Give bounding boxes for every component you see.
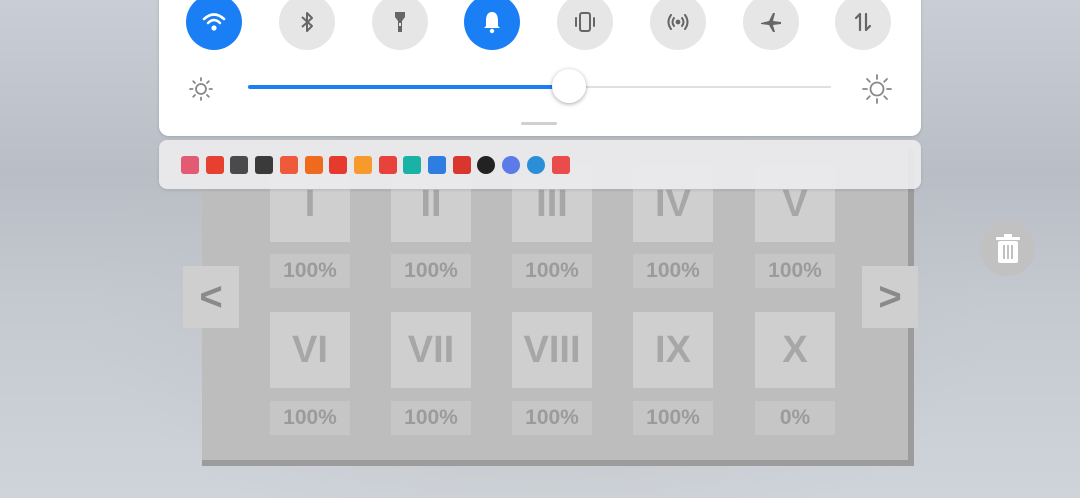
level-progress-text: 100%: [646, 406, 700, 429]
level-progress-8: 100%: [512, 401, 592, 435]
notification-toggle[interactable]: [464, 0, 520, 50]
app-icon-3[interactable]: [230, 156, 248, 174]
level-label: X: [782, 328, 808, 371]
brightness-slider-fill: [248, 85, 569, 89]
chevron-left-icon: <: [199, 274, 223, 319]
level-progress-text: 0%: [779, 406, 811, 429]
level-tile-9[interactable]: IX: [633, 312, 713, 388]
wifi-toggle[interactable]: [186, 0, 242, 50]
level-progress-text: 100%: [525, 406, 579, 429]
app-icon-8[interactable]: [354, 156, 372, 174]
bell-icon: [484, 12, 500, 34]
level-label: VII: [407, 328, 455, 371]
level-progress-text: 100%: [646, 259, 700, 282]
level-progress-1: 100%: [270, 254, 350, 288]
level-tile-7[interactable]: VII: [391, 312, 471, 388]
app-icon-11[interactable]: [428, 156, 446, 174]
app-icon-15[interactable]: [527, 156, 545, 174]
brightness-low-icon: [189, 77, 213, 101]
hotspot-toggle[interactable]: [650, 0, 706, 50]
data-transfer-icon: [854, 12, 872, 32]
app-icon-12[interactable]: [453, 156, 471, 174]
app-icon-1[interactable]: [181, 156, 199, 174]
level-progress-9: 100%: [633, 401, 713, 435]
level-progress-10: 0%: [755, 401, 835, 435]
level-progress-text: 100%: [525, 259, 579, 282]
level-progress-text: 100%: [404, 259, 458, 282]
level-progress-6: 100%: [270, 401, 350, 435]
prev-page-button[interactable]: <: [183, 266, 239, 328]
vibrate-toggle[interactable]: [557, 0, 613, 50]
app-icon-14[interactable]: [502, 156, 520, 174]
chevron-right-icon: >: [878, 274, 902, 319]
level-progress-4: 100%: [633, 254, 713, 288]
vibrate-icon: [575, 12, 595, 32]
level-progress-text: 100%: [404, 406, 458, 429]
brightness-slider-thumb[interactable]: [552, 69, 586, 103]
app-icon-13[interactable]: [477, 156, 495, 174]
next-page-button[interactable]: >: [862, 266, 918, 328]
bluetooth-toggle[interactable]: [279, 0, 335, 50]
level-label: VI: [292, 328, 328, 371]
level-progress-3: 100%: [512, 254, 592, 288]
app-icon-16[interactable]: [552, 156, 570, 174]
app-icon-9[interactable]: [379, 156, 397, 174]
app-icon-6[interactable]: [305, 156, 323, 174]
delete-button[interactable]: [980, 221, 1035, 276]
app-icon-4[interactable]: [255, 156, 273, 174]
level-label: IX: [655, 328, 691, 371]
notification-app-strip[interactable]: [159, 140, 921, 189]
app-icon-7[interactable]: [329, 156, 347, 174]
level-tile-8[interactable]: VIII: [512, 312, 592, 388]
app-icon-2[interactable]: [206, 156, 224, 174]
airplane-mode-toggle[interactable]: [743, 0, 799, 50]
level-progress-text: 100%: [768, 259, 822, 282]
level-progress-5: 100%: [755, 254, 835, 288]
trash-icon: [995, 233, 1020, 263]
app-icon-5[interactable]: [280, 156, 298, 174]
brightness-high-icon: [862, 74, 892, 104]
airplane-icon: [761, 13, 781, 32]
level-progress-2: 100%: [391, 254, 471, 288]
quick-settings-panel: [159, 0, 921, 136]
mobile-data-toggle[interactable]: [835, 0, 891, 50]
wifi-icon: [202, 13, 226, 31]
brightness-slider[interactable]: [248, 69, 831, 103]
level-label: VIII: [523, 328, 581, 371]
level-progress-text: 100%: [283, 259, 337, 282]
level-tile-10[interactable]: X: [755, 312, 835, 388]
level-select-panel: I 100% II 100% III 100% IV 100% V 100% V…: [202, 150, 914, 466]
app-icon-10[interactable]: [403, 156, 421, 174]
bluetooth-icon: [301, 12, 313, 32]
hotspot-icon: [667, 14, 689, 30]
flashlight-toggle[interactable]: [372, 0, 428, 50]
level-tile-6[interactable]: VI: [270, 312, 350, 388]
level-progress-text: 100%: [283, 406, 337, 429]
level-progress-7: 100%: [391, 401, 471, 435]
panel-drag-handle[interactable]: [521, 122, 557, 125]
flashlight-icon: [395, 12, 405, 32]
